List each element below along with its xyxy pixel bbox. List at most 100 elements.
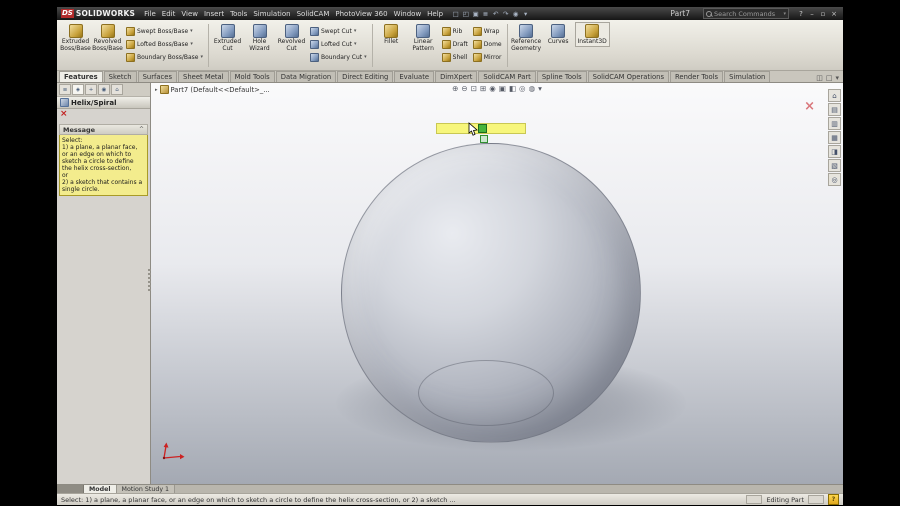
menu-item[interactable]: PhotoView 360 [332,10,390,18]
custom-properties-icon[interactable]: ▧ [828,159,841,172]
print-icon[interactable]: ≣ [481,10,490,18]
view-palette-icon[interactable]: ▦ [828,131,841,144]
menu-item[interactable]: File [141,10,159,18]
ribbon-tab[interactable]: Render Tools [670,71,724,82]
expand-icon[interactable]: ▸ [155,87,158,93]
confirmation-corner-cancel-icon[interactable]: × [804,99,815,114]
displaymanager-icon[interactable]: ⌂ [111,84,123,95]
hole-wizard-button[interactable]: Hole Wizard [244,22,275,52]
ribbon-small-button[interactable]: Lofted Cut ▾ [308,38,369,50]
chevron-down-icon[interactable]: ▾ [190,41,193,47]
fillet-button[interactable]: Fillet [376,22,407,46]
ribbon-small-button[interactable]: Dome [471,38,504,50]
close-button[interactable]: × [829,10,839,18]
menu-item[interactable]: SolidCAM [294,10,333,18]
menu-item[interactable]: Insert [201,10,227,18]
extruded-boss-base-button[interactable]: Extruded Boss/Base [60,22,91,52]
ribbon-tab[interactable]: Direct Editing [337,71,394,82]
chevron-down-icon[interactable]: ▾ [354,28,357,34]
rotate-view-icon[interactable]: ⊞ [480,84,486,93]
cancel-button[interactable]: × [60,110,68,119]
featuremanager-tree-icon[interactable]: ≡ [59,84,71,95]
ribbon-small-button[interactable]: Rib [440,25,470,37]
rebuild-icon[interactable]: ◉ [511,10,520,18]
ribbon-tab[interactable]: Sheet Metal [178,71,229,82]
viewport-split-icon[interactable]: ◫ [816,74,823,82]
solidworks-resources-icon[interactable]: ⌂ [828,89,841,102]
menu-item[interactable]: Edit [159,10,179,18]
search-input[interactable]: Search Commands [714,10,781,18]
graphics-viewport[interactable]: ▸ Part7 (Default<<Default>_... ⊕ ⊖ ⊡ ⊞ ◉ ▣ ◧ ◎ ◍… [151,83,843,484]
maximize-button[interactable]: ▫ [818,10,828,18]
revolved-boss-base-button[interactable]: Revolved Boss/Base [92,22,123,52]
help-button[interactable]: ? [796,10,806,18]
pane-menu-icon[interactable]: ▾ [835,74,839,82]
ribbon-tab[interactable]: Surfaces [137,71,178,82]
hide-show-items-icon[interactable]: ◎ [519,84,526,93]
minimize-button[interactable]: – [807,10,817,18]
ribbon-small-button[interactable]: Shell [440,51,470,63]
design-library-icon[interactable]: ▤ [828,103,841,116]
appearances-scenes-icon[interactable]: ◨ [828,145,841,158]
configurationmanager-icon[interactable]: + [85,84,97,95]
display-style-icon[interactable]: ◧ [509,84,516,93]
linear-pattern-button[interactable]: Linear Pattern [408,22,439,52]
ribbon-tab[interactable]: Features [59,71,103,82]
ribbon-tab[interactable]: Sketch [103,71,137,82]
menu-item[interactable]: View [178,10,201,18]
menu-item[interactable]: Simulation [250,10,293,18]
ribbon-tab[interactable]: DimXpert [435,71,478,82]
ribbon-small-button[interactable]: Boundary Boss/Base ▾ [124,51,205,63]
ribbon-small-button[interactable]: Lofted Boss/Base ▾ [124,38,205,50]
edit-appearance-icon[interactable]: ◍ [529,84,536,93]
save-icon[interactable]: ▣ [471,10,480,18]
file-explorer-icon[interactable]: ▥ [828,117,841,130]
ribbon-small-button[interactable]: Draft [440,38,470,50]
menu-item[interactable]: Help [424,10,446,18]
pane-toggle-icon[interactable]: □ [826,74,833,82]
redo-icon[interactable]: ↷ [501,10,510,18]
pan-icon[interactable]: ◉ [489,84,496,93]
dimxpertmanager-icon[interactable]: ◉ [98,84,110,95]
ribbon-tab[interactable]: Mold Tools [229,71,275,82]
instant3d-button[interactable]: Instant3D [574,22,610,47]
ribbon-small-button[interactable]: Mirror [471,51,504,63]
ribbon-tab[interactable]: SolidCAM Operations [587,71,669,82]
view-settings-arrow-icon[interactable]: ▾ [538,84,542,93]
study-tab[interactable]: Model [84,485,117,493]
ribbon-tab[interactable]: Spline Tools [536,71,587,82]
message-group-header[interactable]: Message ^ [59,124,148,135]
zoom-in-out-icon[interactable]: ⊡ [471,84,477,93]
study-tab[interactable]: Motion Study 1 [116,485,176,493]
quick-tips-icon[interactable]: ? [828,494,839,505]
ribbon-tab[interactable]: Simulation [724,71,771,82]
zoom-fit-icon[interactable]: ⊕ [452,84,458,93]
search-commands-box[interactable]: Search Commands ▾ [703,8,789,19]
ribbon-small-button[interactable]: Boundary Cut ▾ [308,51,369,63]
ribbon-small-button[interactable]: Swept Cut ▾ [308,25,369,37]
chevron-down-icon[interactable]: ▾ [364,54,367,60]
chevron-down-icon[interactable]: ▾ [190,28,193,34]
ribbon-small-button[interactable]: Wrap [471,25,504,37]
open-icon[interactable]: ◰ [461,10,470,18]
search-dropdown-icon[interactable]: ▾ [783,11,786,17]
curves-button[interactable]: Curves [543,22,574,46]
ribbon-small-button[interactable]: Swept Boss/Base ▾ [124,25,205,37]
sphere-bottom-edge[interactable] [418,360,554,426]
propertymanager-icon[interactable]: ◈ [72,84,84,95]
reference-geometry-button[interactable]: Reference Geometry [511,22,542,52]
extruded-cut-button[interactable]: Extruded Cut [212,22,243,52]
collapse-icon[interactable]: ^ [139,126,144,133]
chevron-down-icon[interactable]: ▾ [354,41,357,47]
ribbon-tab[interactable]: Data Migration [275,71,337,82]
document-recovery-icon[interactable]: ◎ [828,173,841,186]
chevron-down-icon[interactable]: ▾ [200,54,203,60]
menu-item[interactable]: Tools [227,10,250,18]
tab-scroll-corner[interactable] [57,485,84,493]
options-icon[interactable]: ▾ [521,10,530,18]
undo-icon[interactable]: ↶ [491,10,500,18]
ribbon-tab[interactable]: SolidCAM Part [478,71,536,82]
zoom-area-icon[interactable]: ⊖ [461,84,467,93]
revolved-cut-button[interactable]: Revolved Cut [276,22,307,52]
menu-item[interactable]: Window [391,10,425,18]
